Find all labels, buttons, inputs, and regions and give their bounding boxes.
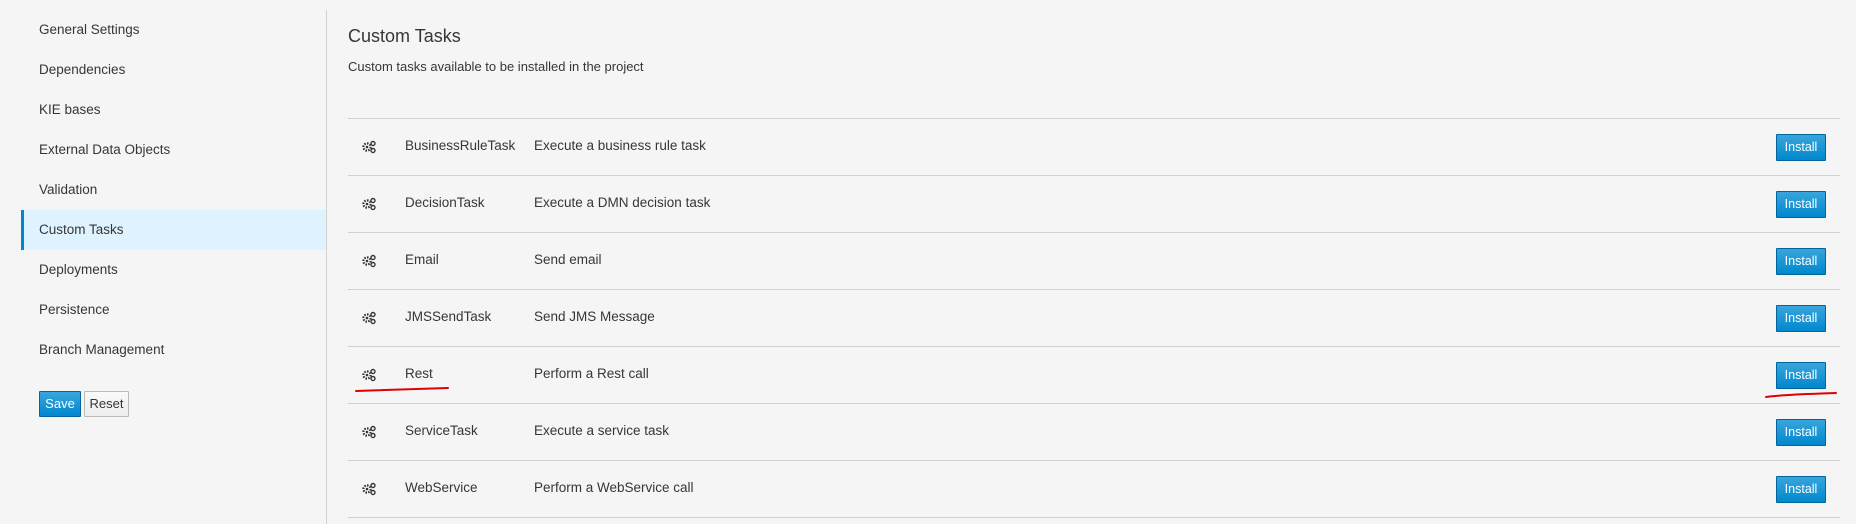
page-subtitle: Custom tasks available to be installed i… [348,59,644,74]
custom-tasks-list: BusinessRuleTask Execute a business rule… [348,118,1840,518]
task-name: DecisionTask [405,195,485,210]
task-row-webservice: WebService Perform a WebService call Ins… [348,460,1840,518]
gears-icon [362,140,376,154]
install-button-rest[interactable]: Install [1776,362,1826,389]
task-name: Email [405,252,439,267]
task-name: Rest [405,366,433,381]
task-description: Execute a business rule task [534,138,706,153]
sidebar-item-persistence[interactable]: Persistence [21,290,326,330]
task-name: BusinessRuleTask [405,138,516,153]
task-description: Execute a DMN decision task [534,195,711,210]
sidebar-divider [326,10,327,524]
settings-sidebar: General Settings Dependencies KIE bases … [0,0,326,524]
sidebar-item-validation[interactable]: Validation [21,170,326,210]
sidebar-item-branch-management[interactable]: Branch Management [21,330,326,370]
sidebar-item-dependencies[interactable]: Dependencies [21,50,326,90]
install-button-businessruletask[interactable]: Install [1776,134,1826,161]
task-name: ServiceTask [405,423,478,438]
task-row-servicetask: ServiceTask Execute a service task Insta… [348,403,1840,460]
task-row-email: Email Send email Install [348,232,1840,289]
sidebar-item-general-settings[interactable]: General Settings [21,10,326,50]
task-description: Send JMS Message [534,309,655,324]
task-row-businessruletask: BusinessRuleTask Execute a business rule… [348,118,1840,175]
sidebar-item-custom-tasks[interactable]: Custom Tasks [21,210,326,250]
sidebar-item-deployments[interactable]: Deployments [21,250,326,290]
task-description: Perform a Rest call [534,366,649,381]
gears-icon [362,311,376,325]
install-button-webservice[interactable]: Install [1776,476,1826,503]
install-button-jmssendtask[interactable]: Install [1776,305,1826,332]
task-description: Execute a service task [534,423,670,438]
task-name: WebService [405,480,478,495]
task-description: Send email [534,252,602,267]
task-name: JMSSendTask [405,309,492,324]
reset-button[interactable]: Reset [84,391,129,417]
task-description: Perform a WebService call [534,480,694,495]
gears-icon [362,368,376,382]
gears-icon [362,482,376,496]
install-button-decisiontask[interactable]: Install [1776,191,1826,218]
install-button-servicetask[interactable]: Install [1776,419,1826,446]
page-title: Custom Tasks [348,26,461,46]
sidebar-item-kie-bases[interactable]: KIE bases [21,90,326,130]
install-button-email[interactable]: Install [1776,248,1826,275]
task-row-jmssendtask: JMSSendTask Send JMS Message Install [348,289,1840,346]
gears-icon [362,254,376,268]
sidebar-item-external-data-objects[interactable]: External Data Objects [21,130,326,170]
task-row-decisiontask: DecisionTask Execute a DMN decision task… [348,175,1840,232]
task-row-rest: Rest Perform a Rest call Install [348,346,1840,403]
gears-icon [362,197,376,211]
gears-icon [362,425,376,439]
save-button[interactable]: Save [39,391,81,417]
